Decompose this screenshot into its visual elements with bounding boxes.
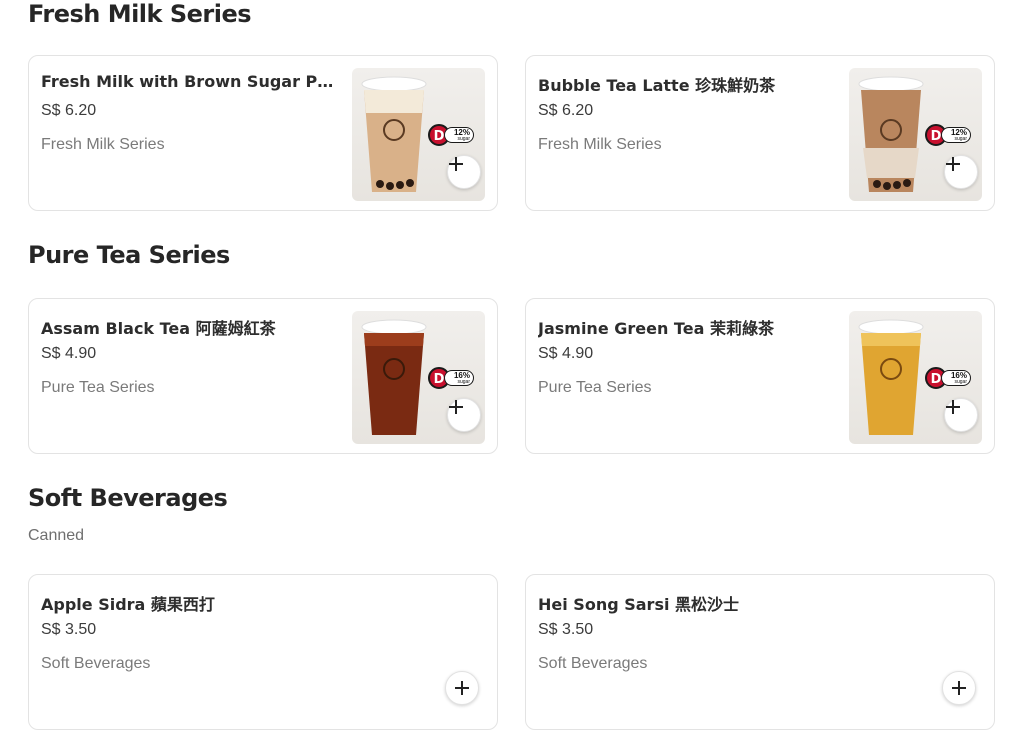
item-name: Assam Black Tea 阿薩姆紅茶: [41, 319, 276, 338]
section-title-pure-tea: Pure Tea Series: [28, 241, 230, 269]
add-to-cart-button[interactable]: [944, 398, 978, 432]
item-name: Fresh Milk with Brown Sugar Pearl ...: [41, 72, 341, 91]
menu-item-card[interactable]: Jasmine Green Tea 茉莉綠茶 S$ 4.90 Pure Tea …: [525, 298, 995, 454]
item-name: Hei Song Sarsi 黑松沙士: [538, 595, 740, 614]
plus-icon: [946, 400, 960, 414]
sugar-grade-badge: D 12% sugar: [428, 124, 478, 146]
sugar-label: sugar: [457, 379, 470, 385]
item-category: Soft Beverages: [538, 655, 648, 672]
section-subtitle: Canned: [28, 527, 85, 544]
item-image: D 12% sugar: [352, 68, 485, 201]
menu-item-card[interactable]: Assam Black Tea 阿薩姆紅茶 S$ 4.90 Pure Tea S…: [28, 298, 498, 454]
sugar-label: sugar: [954, 136, 967, 142]
item-price: S$ 4.90: [41, 345, 97, 362]
plus-icon: [449, 400, 463, 414]
sugar-grade-badge: D 16% sugar: [925, 367, 975, 389]
add-to-cart-button[interactable]: [447, 398, 481, 432]
item-name: Bubble Tea Latte 珍珠鮮奶茶: [538, 76, 776, 95]
sugar-label: sugar: [457, 136, 470, 142]
menu-item-card[interactable]: Fresh Milk with Brown Sugar Pearl ... S$…: [28, 55, 498, 211]
section-title-fresh-milk: Fresh Milk Series: [28, 0, 252, 28]
item-price: S$ 3.50: [538, 621, 594, 638]
item-price: S$ 6.20: [538, 102, 594, 119]
item-image: D 12% sugar: [849, 68, 982, 201]
item-price: S$ 4.90: [538, 345, 594, 362]
item-name: Jasmine Green Tea 茉莉綠茶: [538, 319, 774, 338]
sugar-label: sugar: [954, 379, 967, 385]
add-to-cart-button[interactable]: [445, 671, 479, 705]
item-category: Fresh Milk Series: [538, 136, 662, 153]
item-image: D 16% sugar: [849, 311, 982, 444]
section-title-soft-beverages: Soft Beverages: [28, 484, 228, 512]
item-price: S$ 3.50: [41, 621, 97, 638]
plus-icon: [946, 157, 960, 171]
plus-icon: [455, 681, 469, 695]
item-category: Pure Tea Series: [41, 379, 155, 396]
menu-item-card[interactable]: Hei Song Sarsi 黑松沙士 S$ 3.50 Soft Beverag…: [525, 574, 995, 730]
menu-item-card[interactable]: Apple Sidra 蘋果西打 S$ 3.50 Soft Beverages: [28, 574, 498, 730]
item-price: S$ 6.20: [41, 102, 97, 119]
plus-icon: [449, 157, 463, 171]
plus-icon: [952, 681, 966, 695]
add-to-cart-button[interactable]: [944, 155, 978, 189]
add-to-cart-button[interactable]: [447, 155, 481, 189]
item-category: Pure Tea Series: [538, 379, 652, 396]
sugar-grade-badge: D 12% sugar: [925, 124, 975, 146]
add-to-cart-button[interactable]: [942, 671, 976, 705]
menu-item-card[interactable]: Bubble Tea Latte 珍珠鮮奶茶 S$ 6.20 Fresh Mil…: [525, 55, 995, 211]
item-category: Soft Beverages: [41, 655, 151, 672]
item-category: Fresh Milk Series: [41, 136, 165, 153]
item-name: Apple Sidra 蘋果西打: [41, 595, 215, 614]
item-image: D 16% sugar: [352, 311, 485, 444]
sugar-grade-badge: D 16% sugar: [428, 367, 478, 389]
